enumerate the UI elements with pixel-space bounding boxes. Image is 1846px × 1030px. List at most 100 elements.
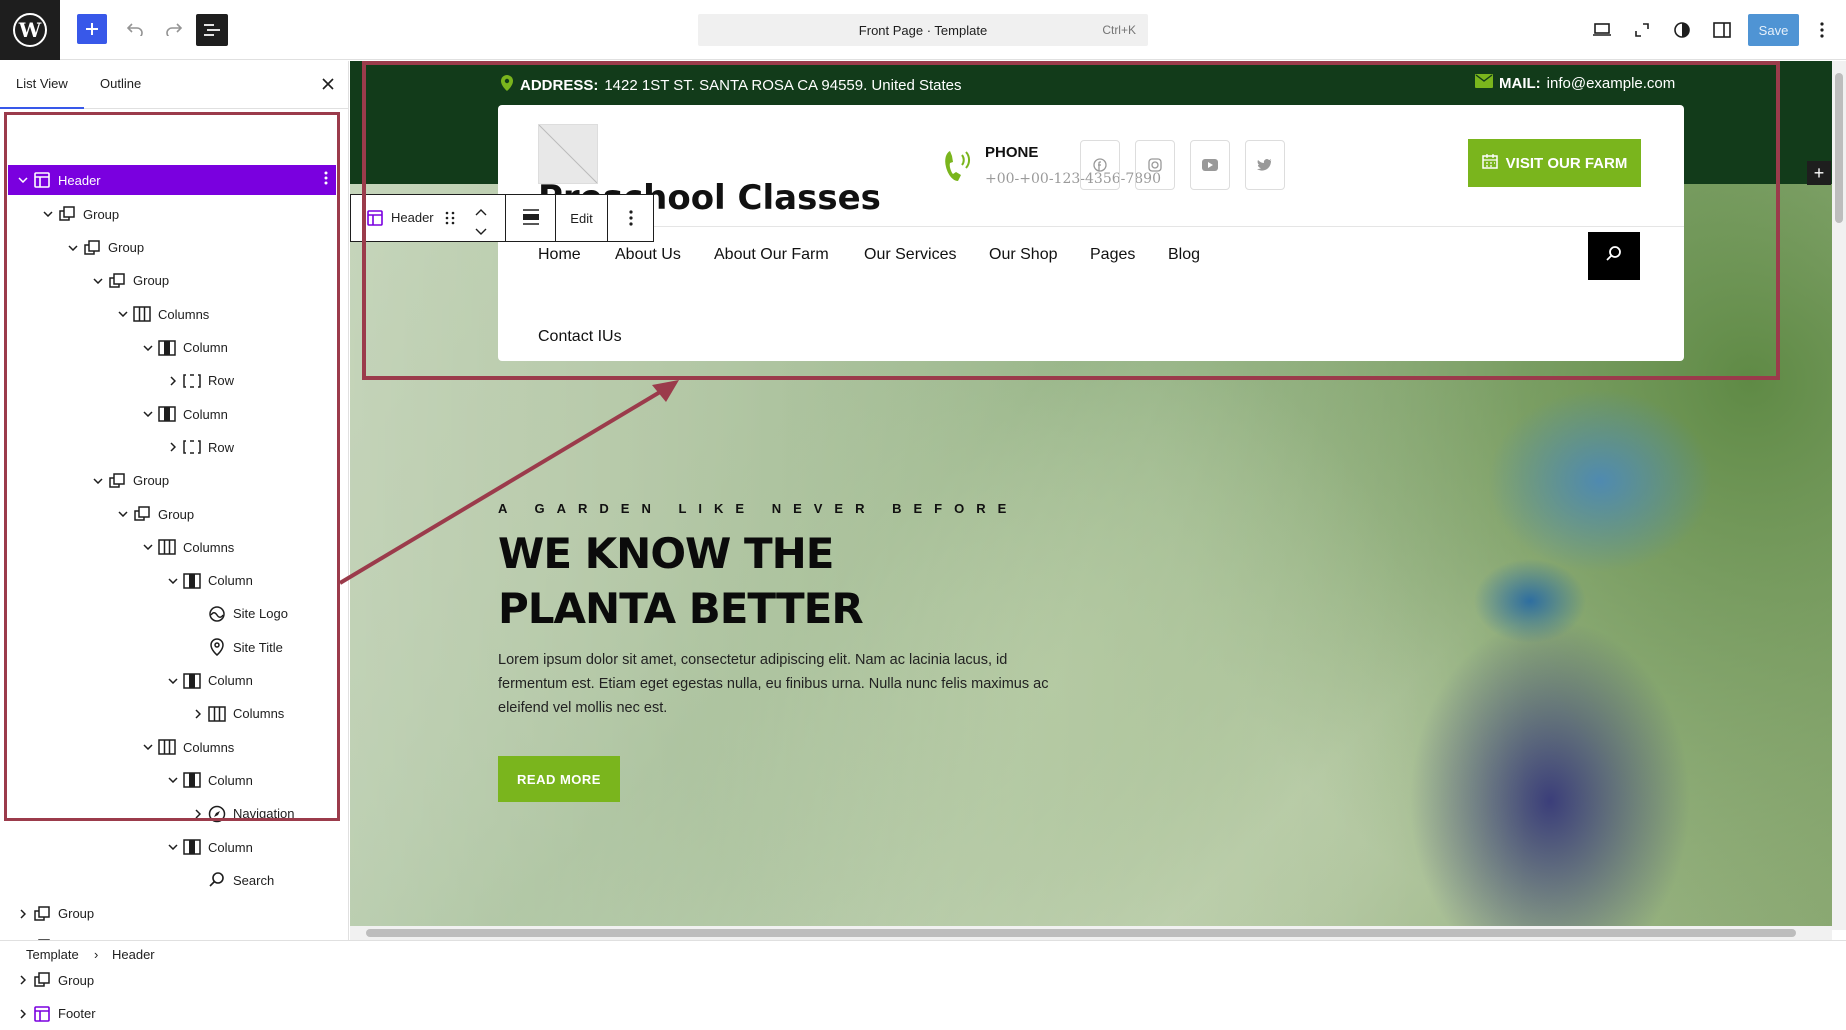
tree-item-search[interactable]: Search — [0, 864, 348, 896]
horizontal-scroll-thumb[interactable] — [366, 929, 1796, 937]
tree-item-columns[interactable]: Columns — [0, 298, 348, 330]
chevron-down-icon[interactable] — [166, 674, 180, 688]
tree-item-column[interactable]: Column — [0, 665, 348, 697]
nav-item-about-us[interactable]: About Us — [615, 246, 681, 264]
tree-item-group[interactable]: Group — [0, 465, 348, 497]
breadcrumb-template[interactable]: Template — [26, 947, 79, 962]
chevron-down-icon[interactable] — [41, 207, 55, 221]
chevron-right-icon[interactable] — [16, 907, 30, 921]
twitter-icon[interactable] — [1245, 140, 1285, 190]
chevron-down-icon[interactable] — [141, 407, 155, 421]
align-button[interactable] — [506, 195, 556, 241]
nav-item-our-shop[interactable]: Our Shop — [989, 246, 1057, 264]
chevron-down-icon[interactable] — [141, 341, 155, 355]
youtube-icon[interactable] — [1190, 140, 1230, 190]
drag-handle-icon[interactable] — [445, 210, 455, 229]
mail-label: MAIL: — [1499, 74, 1541, 92]
chevron-right-icon[interactable] — [166, 440, 180, 454]
tree-item-columns[interactable]: Columns — [0, 698, 348, 730]
tree-item-columns[interactable]: Columns — [0, 531, 348, 563]
tree-item-columns[interactable]: Columns — [0, 731, 348, 763]
tree-item-group[interactable]: Group — [0, 232, 348, 264]
site-logo-placeholder[interactable] — [538, 124, 598, 184]
vertical-scroll-thumb[interactable] — [1835, 73, 1843, 223]
chevron-down-icon[interactable] — [166, 773, 180, 787]
block-options-icon[interactable] — [608, 195, 654, 241]
tree-item-footer[interactable]: Footer — [0, 998, 348, 1030]
envelope-icon — [1475, 74, 1493, 92]
chevron-right-icon[interactable] — [191, 807, 205, 821]
tree-item-site-title[interactable]: Site Title — [0, 631, 348, 663]
wordpress-logo-icon[interactable]: W — [0, 0, 60, 60]
tree-item-group[interactable]: Group — [0, 198, 348, 230]
tree-item-column[interactable]: Column — [0, 398, 348, 430]
hero-paragraph: Lorem ipsum dolor sit amet, consectetur … — [498, 652, 1049, 716]
fullscreen-icon[interactable] — [1626, 14, 1658, 46]
chevron-down-icon[interactable] — [116, 307, 130, 321]
add-block-inline-button[interactable]: + — [1807, 161, 1831, 185]
chevron-right-icon[interactable] — [16, 1007, 30, 1021]
tree-item-label: Site Title — [233, 639, 283, 655]
tree-item-row[interactable]: Row — [0, 365, 348, 397]
tree-item-group[interactable]: Group — [0, 265, 348, 297]
tree-item-row[interactable]: Row — [0, 431, 348, 463]
chevron-down-icon[interactable] — [91, 474, 105, 488]
move-down-icon[interactable] — [475, 224, 487, 239]
nav-item-contact-us[interactable]: Contact IUs — [538, 328, 622, 346]
nav-item-our-services[interactable]: Our Services — [864, 246, 956, 264]
options-kebab-icon[interactable] — [324, 171, 328, 190]
chevron-down-icon[interactable] — [166, 840, 180, 854]
horizontal-scrollbar[interactable] — [350, 926, 1832, 940]
chevron-down-icon[interactable] — [66, 241, 80, 255]
tree-item-group[interactable]: Group — [0, 964, 348, 996]
search-button[interactable] — [1588, 232, 1640, 280]
tree-item-column[interactable]: Column — [0, 831, 348, 863]
nav-item-home[interactable]: Home — [538, 246, 581, 264]
chevron-down-icon[interactable] — [141, 540, 155, 554]
chevron-down-icon[interactable] — [91, 274, 105, 288]
tree-item-header[interactable]: Header — [8, 165, 336, 195]
tree-item-navigation[interactable]: Navigation — [0, 798, 348, 830]
chevron-down-icon[interactable] — [116, 507, 130, 521]
address-label: ADDRESS: — [520, 76, 599, 94]
close-icon[interactable] — [316, 72, 340, 96]
tab-list-view[interactable]: List View — [16, 76, 68, 91]
document-overview-button[interactable] — [196, 14, 228, 46]
breadcrumb-header[interactable]: Header — [112, 947, 155, 962]
nav-item-pages[interactable]: Pages — [1090, 246, 1135, 264]
chevron-right-icon[interactable] — [166, 374, 180, 388]
move-up-icon[interactable] — [475, 204, 487, 219]
chevron-down-icon[interactable] — [16, 173, 30, 187]
desktop-preview-icon[interactable] — [1586, 14, 1618, 46]
read-more-button[interactable]: READ MORE — [498, 756, 620, 802]
options-menu-icon[interactable] — [1806, 14, 1838, 46]
vertical-scrollbar[interactable] — [1832, 61, 1846, 930]
column-icon — [158, 405, 176, 423]
visit-farm-button[interactable]: VISIT OUR FARM — [1468, 139, 1641, 187]
chevron-right-icon[interactable] — [191, 707, 205, 721]
nav-item-about-our-farm[interactable]: About Our Farm — [714, 246, 829, 264]
styles-icon[interactable] — [1666, 14, 1698, 46]
command-palette-bar[interactable]: Front Page · Template Ctrl+K — [698, 14, 1148, 46]
tree-item-column[interactable]: Column — [0, 764, 348, 796]
chevron-down-icon[interactable] — [166, 574, 180, 588]
tree-item-site-logo[interactable]: Site Logo — [0, 598, 348, 630]
redo-button[interactable] — [159, 14, 189, 44]
tree-item-group[interactable]: Group — [0, 498, 348, 530]
chevron-down-icon[interactable] — [141, 740, 155, 754]
tab-outline[interactable]: Outline — [100, 76, 141, 91]
block-type-switcher[interactable]: Header — [351, 195, 506, 241]
undo-button[interactable] — [120, 14, 150, 44]
settings-sidebar-icon[interactable] — [1706, 14, 1738, 46]
instagram-icon[interactable] — [1135, 140, 1175, 190]
tree-item-group[interactable]: Group — [0, 898, 348, 930]
tree-item-column[interactable]: Column — [0, 565, 348, 597]
tree-item-column[interactable]: Column — [0, 332, 348, 364]
add-block-button[interactable] — [77, 14, 107, 44]
edit-button[interactable]: Edit — [556, 195, 608, 241]
editor-canvas[interactable]: ADDRESS: 1422 1ST ST. SANTA ROSA CA 9455… — [350, 61, 1832, 930]
nav-item-blog[interactable]: Blog — [1168, 246, 1200, 264]
save-button[interactable]: Save — [1748, 14, 1799, 46]
chevron-right-icon[interactable] — [16, 973, 30, 987]
facebook-icon[interactable] — [1080, 140, 1120, 190]
